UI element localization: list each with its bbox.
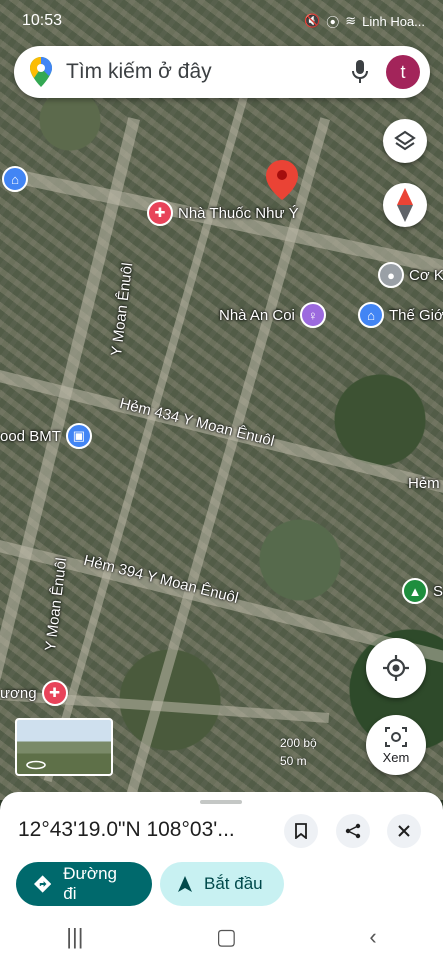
- search-input[interactable]: Tìm kiếm ở đây: [66, 60, 352, 84]
- my-location-button[interactable]: [366, 638, 426, 698]
- view-button[interactable]: Xem: [366, 715, 426, 775]
- wifi-icon: ≋: [345, 13, 357, 28]
- close-icon: [398, 825, 410, 837]
- directions-label: Đường đi: [63, 864, 117, 903]
- layers-button[interactable]: [383, 119, 427, 163]
- store-icon: ▣: [65, 423, 92, 449]
- share-icon: [345, 823, 361, 839]
- microphone-icon[interactable]: [352, 60, 368, 84]
- poi-label: Hẻm: [408, 475, 440, 492]
- street-label: Y Moan Ênuôl: [42, 556, 71, 653]
- shopping-icon[interactable]: ⌂: [2, 166, 28, 192]
- poi-label: ương: [0, 684, 37, 702]
- directions-icon: [34, 875, 52, 893]
- start-button[interactable]: Bắt đầu: [160, 862, 284, 906]
- close-button[interactable]: [387, 814, 421, 848]
- poi-food-bmt[interactable]: ood BMT ▣: [0, 423, 92, 449]
- system-nav-bar: ||| ▢ ‹: [0, 914, 443, 960]
- search-bar[interactable]: Tìm kiếm ở đây t: [14, 46, 430, 98]
- location-icon: ●: [378, 262, 404, 288]
- poi-uong[interactable]: ương ✚: [0, 680, 68, 706]
- status-carrier: Linh Hoa...: [362, 13, 425, 29]
- camera-scan-icon: [385, 726, 407, 747]
- poi-hem: Hẻm: [408, 475, 440, 492]
- status-bar: 10:53 🔇 ⦿ ≋ Linh Hoa...: [0, 0, 443, 42]
- directions-button[interactable]: Đường đi: [16, 862, 152, 906]
- poi-label: Nhà Thuốc Như Ý: [178, 204, 299, 222]
- navigation-arrow-icon: [178, 876, 192, 892]
- map-scale: 200 bộ 50 m: [280, 734, 317, 770]
- compass-icon: [397, 188, 413, 222]
- poi-nha-an-coi[interactable]: Nhà An Coi ♀: [219, 302, 326, 328]
- mute-icon: 🔇: [304, 13, 321, 28]
- status-icons: 🔇 ⦿ ≋ Linh Hoa...: [304, 12, 425, 31]
- back-icon[interactable]: ‹: [369, 924, 376, 950]
- location-icon: ⦿: [326, 14, 340, 30]
- scale-lower: 50 m: [280, 754, 307, 768]
- compass-button[interactable]: [383, 183, 427, 227]
- pharmacy-icon: ✚: [41, 680, 68, 706]
- shopping-icon: ⌂: [358, 302, 384, 328]
- start-label: Bắt đầu: [204, 874, 263, 893]
- bookmark-icon: [295, 823, 307, 839]
- poi-s[interactable]: ▲ S: [402, 578, 443, 604]
- crosshair-icon: [383, 655, 409, 681]
- avatar[interactable]: t: [386, 55, 420, 89]
- poi-pharmacy[interactable]: ✚ Nhà Thuốc Như Ý: [147, 200, 299, 226]
- layers-icon: [394, 130, 416, 151]
- poi-label: Thế Giớ: [389, 306, 443, 324]
- drag-handle[interactable]: [200, 800, 242, 804]
- coordinates-title: 12°43'19.0"N 108°03'...: [18, 818, 235, 841]
- pharmacy-icon: ✚: [147, 200, 173, 226]
- status-time: 10:53: [22, 12, 63, 29]
- street-label: Y Moan Ênuôl: [108, 261, 137, 358]
- dropped-pin-icon[interactable]: [266, 160, 298, 200]
- maps-logo-icon: [30, 57, 52, 87]
- home-icon[interactable]: ▢: [216, 924, 237, 950]
- poi-label: S: [433, 582, 443, 600]
- poi-label: Cơ K: [409, 266, 443, 284]
- scale-upper: 200 bộ: [280, 736, 317, 750]
- tree-icon: ▲: [402, 578, 428, 604]
- view-label: Xem: [382, 749, 410, 765]
- place-icon: ♀: [299, 302, 326, 328]
- 360-icon: [26, 760, 46, 770]
- recent-apps-icon[interactable]: |||: [66, 924, 83, 950]
- save-button[interactable]: [284, 814, 318, 848]
- share-button[interactable]: [336, 814, 370, 848]
- poi-the-gioi[interactable]: ⌂ Thế Giớ: [358, 302, 443, 328]
- poi-co-k[interactable]: ● Cơ K: [378, 262, 443, 288]
- street-view-thumbnail[interactable]: [15, 718, 113, 776]
- poi-label: ood BMT: [0, 427, 61, 445]
- poi-label: Nhà An Coi: [219, 306, 295, 324]
